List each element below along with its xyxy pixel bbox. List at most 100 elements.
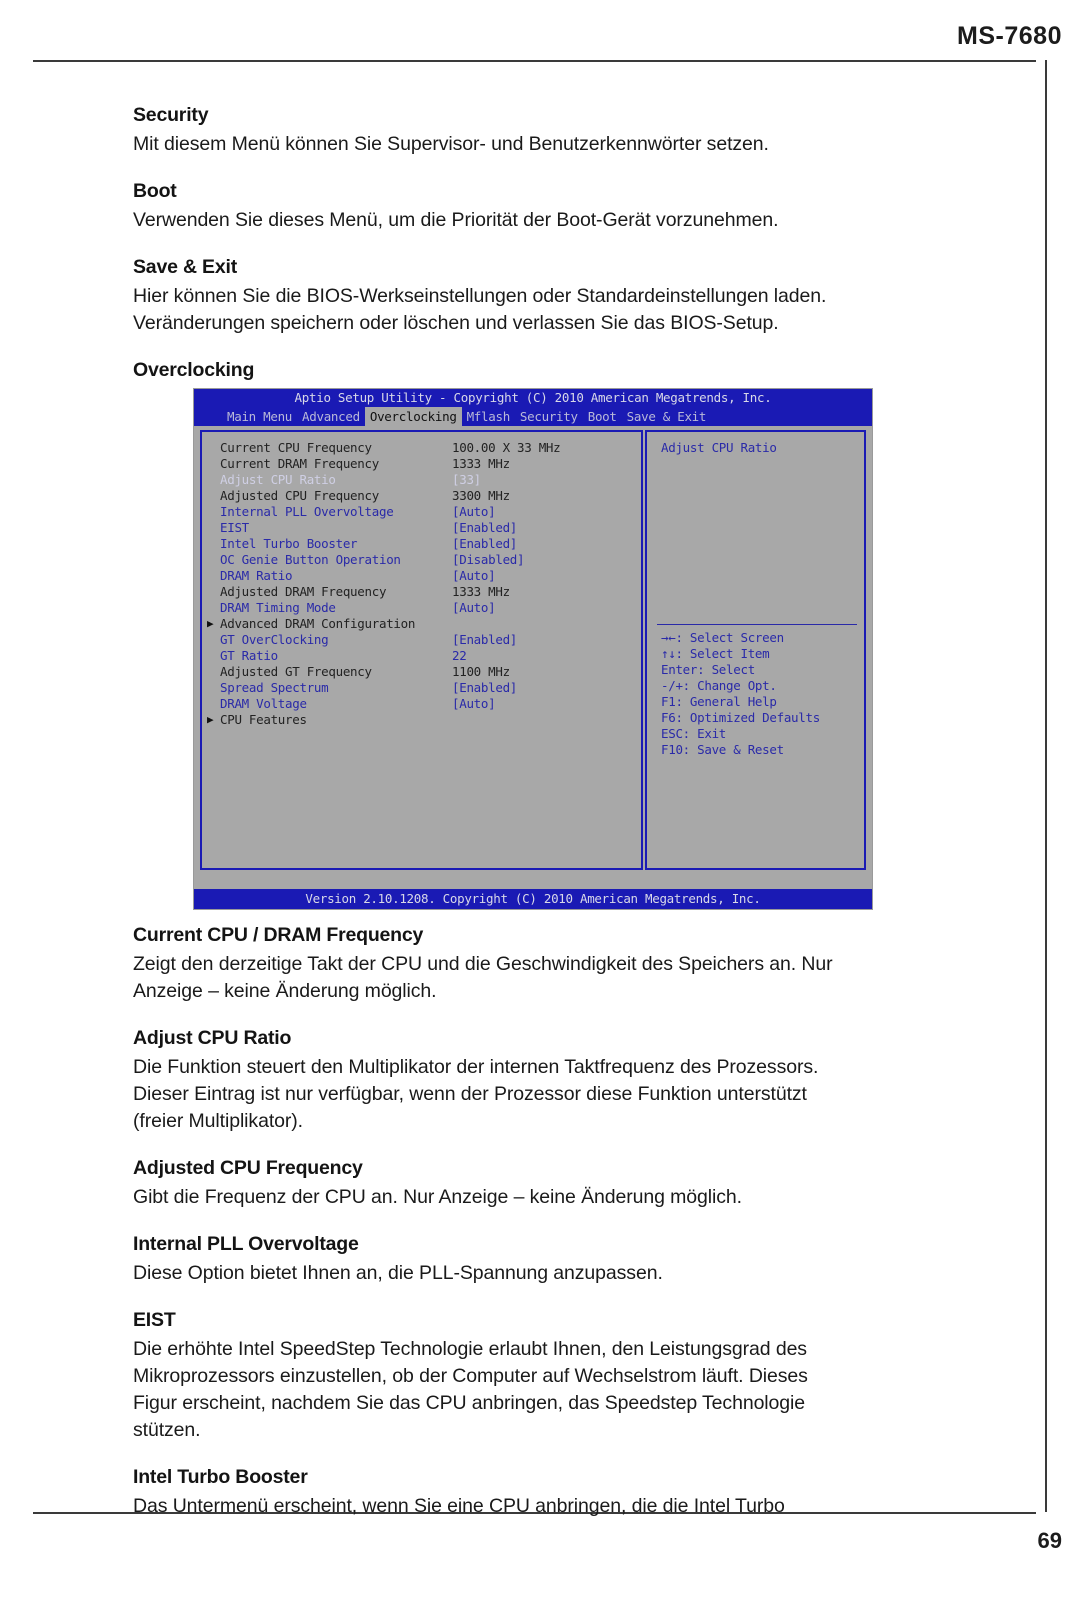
bottom-sections: Current CPU / DRAM Frequency Zeigt den de… [133, 924, 943, 1520]
bios-setting-label: GT Ratio [220, 648, 278, 663]
bios-setting-label: DRAM Ratio [220, 568, 293, 583]
bios-setting-row[interactable]: DRAM Timing Mode [Auto] [202, 600, 641, 616]
bios-setting-row[interactable]: Adjusted CPU Frequency 3300 MHz [202, 488, 641, 504]
section-body-line: Das Untermenü erscheint, wenn Sie eine C… [133, 1495, 785, 1517]
bios-setting-value[interactable]: [33] [452, 472, 481, 488]
bios-setting-row[interactable]: Adjusted GT Frequency 1100 MHz [202, 664, 641, 680]
bios-setting-row[interactable]: Adjusted DRAM Frequency 1333 MHz [202, 584, 641, 600]
section-heading: Current CPU / DRAM Frequency [133, 924, 424, 946]
page-header: MS-7680 [0, 0, 1080, 62]
bios-setting-value[interactable]: [Auto] [452, 696, 496, 712]
section-heading: Internal PLL Overvoltage [133, 1233, 359, 1255]
section-heading: Intel Turbo Booster [133, 1466, 308, 1488]
bios-help-key-line: -/+: Change Opt. [661, 678, 777, 693]
header-rule [33, 60, 1036, 62]
section-heading-overclocking: Overclocking [133, 359, 255, 381]
bios-setting-value[interactable]: [Auto] [452, 504, 496, 520]
bios-help-key-line: F10: Save & Reset [661, 742, 784, 757]
bios-setting-value[interactable]: 1333 MHz [452, 584, 510, 600]
bios-setting-value[interactable]: 22 [452, 648, 467, 664]
bios-setting-label: Current CPU Frequency [220, 440, 372, 455]
section-body-line: (freier Multiplikator). [133, 1110, 303, 1132]
section-body: Die Funktion steuert den Multiplikator d… [133, 1054, 943, 1135]
bios-setting-row[interactable]: Spread Spectrum [Enabled] [202, 680, 641, 696]
section-body: Verwenden Sie dieses Menü, um die Priori… [133, 207, 943, 234]
bios-menu-item-security[interactable]: Security [515, 407, 583, 426]
bios-setting-label: CPU Features [220, 712, 307, 727]
section-body: Das Untermenü erscheint, wenn Sie eine C… [133, 1493, 943, 1520]
bios-menu-item-boot[interactable]: Boot [583, 407, 622, 426]
submenu-arrow-icon: ▶ [207, 617, 214, 630]
section-body-line: Veränderungen speichern oder löschen und… [133, 312, 779, 334]
section-body-line: Verwenden Sie dieses Menü, um die Priori… [133, 209, 779, 231]
bios-setting-row[interactable]: Intel Turbo Booster [Enabled] [202, 536, 641, 552]
bios-setting-row[interactable]: GT Ratio 22 [202, 648, 641, 664]
bios-setting-label: GT OverClocking [220, 632, 329, 647]
bios-main-area: Current CPU Frequency 100.00 X 33 MHz Curr… [194, 426, 872, 874]
page-number: 69 [1037, 1528, 1062, 1553]
bios-menu-item-save-exit[interactable]: Save & Exit [622, 407, 711, 426]
bios-setting-value[interactable]: 100.00 X 33 MHz [452, 440, 561, 456]
bios-setting-label: DRAM Timing Mode [220, 600, 336, 615]
bios-setting-label: OC Genie Button Operation [220, 552, 401, 567]
bios-setting-value[interactable]: 3300 MHz [452, 488, 510, 504]
model-code: MS-7680 [957, 22, 1062, 50]
section-body-line: Figur erscheint, nachdem Sie das CPU anb… [133, 1392, 806, 1414]
section-heading: Adjusted CPU Frequency [133, 1157, 363, 1179]
bios-setting-label: Current DRAM Frequency [220, 456, 379, 471]
section-heading: Boot [133, 180, 177, 202]
bios-setting-row[interactable]: DRAM Voltage [Auto] [202, 696, 641, 712]
section-body-line: Dieser Eintrag ist nur verfügbar, wenn d… [133, 1083, 807, 1105]
bios-help-separator [657, 624, 857, 625]
top-sections: Security Mit diesem Menü können Sie Super… [133, 104, 943, 337]
section-heading: EIST [133, 1309, 176, 1331]
bios-menu-bar: Main Menu Advanced Overclocking Mflash Secur… [194, 407, 872, 426]
bios-setting-row[interactable]: OC Genie Button Operation [Disabled] [202, 552, 641, 568]
section-body-line: Die Funktion steuert den Multiplikator d… [133, 1056, 819, 1078]
bios-setting-row[interactable]: Current DRAM Frequency 1333 MHz [202, 456, 641, 472]
bios-setting-row[interactable]: DRAM Ratio [Auto] [202, 568, 641, 584]
bios-setting-value[interactable]: [Auto] [452, 600, 496, 616]
bios-setting-label: Adjusted GT Frequency [220, 664, 372, 679]
section-body: Hier können Sie die BIOS-Werkseinstellun… [133, 283, 943, 337]
bios-setting-label: Intel Turbo Booster [220, 536, 358, 551]
section-body-line: Mikroprozessors einzustellen, ob der Com… [133, 1365, 808, 1387]
bios-setting-value[interactable]: [Auto] [452, 568, 496, 584]
bios-menu-item-mflash[interactable]: Mflash [462, 407, 515, 426]
bios-help-title: Adjust CPU Ratio [661, 440, 777, 455]
bios-settings-list: Current CPU Frequency 100.00 X 33 MHz Curr… [200, 430, 643, 870]
bios-setting-label: Adjusted DRAM Frequency [220, 584, 387, 599]
bios-setting-value[interactable]: [Enabled] [452, 632, 517, 648]
bios-setting-row[interactable]: Internal PLL Overvoltage [Auto] [202, 504, 641, 520]
bios-setting-row[interactable]: ▶ CPU Features [202, 712, 641, 728]
section-body: Die erhöhte Intel SpeedStep Technologie … [133, 1336, 943, 1444]
bios-setting-row[interactable]: GT OverClocking [Enabled] [202, 632, 641, 648]
bios-help-key-line: ↑↓: Select Item [661, 646, 770, 661]
bios-help-key-line: ESC: Exit [661, 726, 727, 741]
bios-menu-item-main-menu[interactable]: Main Menu [222, 407, 297, 426]
section-body-line: Hier können Sie die BIOS-Werkseinstellun… [133, 285, 827, 307]
bios-setting-value[interactable]: 1333 MHz [452, 456, 510, 472]
bios-menu-item-advanced[interactable]: Advanced [297, 407, 365, 426]
bios-setting-row[interactable]: EIST [Enabled] [202, 520, 641, 536]
section-body-line: Gibt die Frequenz der CPU an. Nur Anzeig… [133, 1186, 742, 1208]
section-heading: Adjust CPU Ratio [133, 1027, 292, 1049]
bios-setting-value[interactable]: 1100 MHz [452, 664, 510, 680]
bios-setting-value[interactable]: [Enabled] [452, 536, 517, 552]
bios-setting-row[interactable]: ▶ Advanced DRAM Configuration [202, 616, 641, 632]
section-body-line: Die erhöhte Intel SpeedStep Technologie … [133, 1338, 807, 1360]
bios-setting-value[interactable]: [Disabled] [452, 552, 525, 568]
page-content: Security Mit diesem Menü können Sie Super… [133, 104, 943, 1542]
bios-help-key-line: F1: General Help [661, 694, 777, 709]
bios-setting-label: Adjust CPU Ratio [220, 472, 336, 487]
bios-setting-value[interactable]: [Enabled] [452, 680, 517, 696]
bios-setting-value[interactable]: [Enabled] [452, 520, 517, 536]
section-heading: Security [133, 104, 209, 126]
bios-setting-row[interactable]: Current CPU Frequency 100.00 X 33 MHz [202, 440, 641, 456]
bios-menu-item-overclocking[interactable]: Overclocking [364, 407, 462, 426]
right-margin-rule [1045, 60, 1047, 1512]
section-body: Diese Option bietet Ihnen an, die PLL-Sp… [133, 1260, 943, 1287]
section-body-line: Zeigt den derzeitige Takt der CPU und di… [133, 953, 833, 975]
section-body-line: Diese Option bietet Ihnen an, die PLL-Sp… [133, 1262, 663, 1284]
bios-setting-row[interactable]: Adjust CPU Ratio [33] [202, 472, 641, 488]
